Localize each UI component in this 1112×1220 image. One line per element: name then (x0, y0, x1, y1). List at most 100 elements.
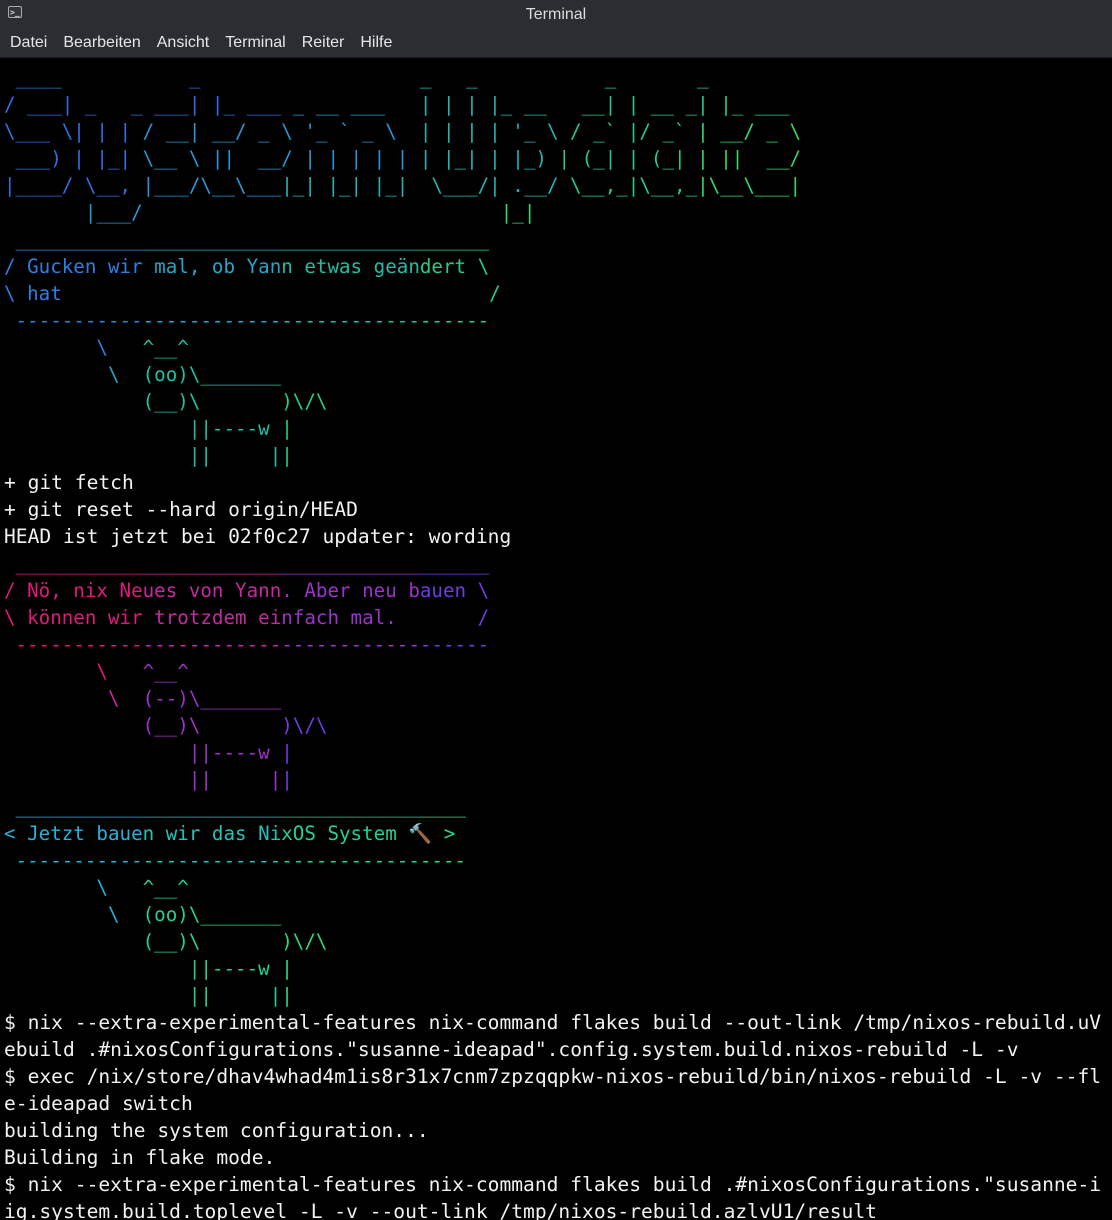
menu-ansicht[interactable]: Ansicht (149, 34, 217, 52)
terminal-output[interactable]: ____ _ _ _ _ _ / ___| _ _ ___| |_ ___ _ _… (0, 58, 1112, 1220)
ascii-segment: \ (4, 876, 143, 899)
ascii-segment: \ '_ ` _ \ (281, 120, 420, 143)
ascii-segment (4, 930, 143, 953)
banner-line: \___ \| | | / __| __/ _ \ '_ ` _ \ | | |… (4, 118, 1101, 145)
ascii-segment: | __/ _ \ (697, 120, 802, 143)
ascii-segment: (__)\ (142, 714, 282, 737)
ascii-segment: ___________ (4, 795, 143, 818)
ascii-segment: < Jetzt baue (4, 822, 143, 845)
cowsay-line: (__)\ )\/\ (4, 388, 1101, 415)
banner-line: ___) | |_| \__ \ || __/ | | | | | | |_| … (4, 145, 1101, 172)
ascii-segment: \ hat (4, 282, 143, 305)
window-title: Terminal (525, 5, 587, 23)
ascii-segment: || | (142, 984, 282, 1007)
ascii-segment: mal, ob Yan (142, 255, 282, 278)
command-output-line: + git reset --hard origin/HEAD (4, 498, 358, 521)
command-output-line: $ nix --extra-experimental-features nix-… (4, 1011, 1102, 1034)
ascii-segment: / Nö, nix Ne (4, 579, 143, 602)
ascii-segment: | (281, 444, 293, 467)
ascii-segment: \ (4, 903, 143, 926)
terminal-icon: >_ (8, 6, 22, 18)
ascii-segment (281, 201, 420, 224)
cowsay-line: ----------------------------------------… (4, 307, 1101, 334)
cowsay-line: \ ^__^ (4, 334, 1101, 361)
ascii-segment: ____ (419, 795, 467, 818)
ascii-segment: )\/\ (281, 390, 328, 413)
ascii-segment: ______ (419, 552, 490, 575)
ascii-segment: )\/\ (281, 930, 328, 953)
menu-bar: Datei Bearbeiten Ansicht Terminal Reiter… (0, 29, 1112, 58)
ascii-segment (143, 201, 282, 224)
ascii-segment: n wir das Ni (142, 822, 282, 845)
ascii-segment (4, 444, 143, 467)
ascii-segment: ^__^ (142, 876, 189, 899)
ascii-segment (4, 714, 143, 737)
cowsay-line: (__)\ )\/\ (4, 928, 1101, 955)
ascii-segment (4, 984, 143, 1007)
ascii-segment: |____/ \__, (4, 174, 143, 197)
ascii-segment (4, 768, 143, 791)
banner-line: / ___| _ _ ___| |_ ___ _ __ ___ | | | |_… (4, 91, 1101, 118)
ascii-segment: | | | | '_ \ (419, 120, 559, 143)
ascii-segment: ------------ (142, 309, 282, 332)
ascii-segment: ----------- (4, 633, 143, 656)
ascii-segment: | (281, 768, 293, 791)
ascii-segment: \ (4, 687, 143, 710)
cowsay-line: (__)\ )\/\ (4, 712, 1101, 739)
ascii-segment (4, 390, 143, 413)
ascii-segment: ___________ (4, 552, 143, 575)
ascii-segment: | (281, 957, 293, 980)
ascii-segment: (oo)\_______ (142, 363, 282, 386)
command-output-line: HEAD ist jetzt bei 02f0c27 updater: word… (4, 525, 512, 548)
ascii-segment: ||----w (142, 957, 282, 980)
ascii-segment: / __| __/ _ (142, 120, 282, 143)
ascii-segment: ___________ (4, 228, 143, 251)
menu-hilfe[interactable]: Hilfe (352, 34, 400, 52)
terminal-lines: ____ _ _ _ _ _ / ___| _ _ ___| |_ ___ _ _… (4, 64, 1101, 1220)
ascii-segment: xOS System 🔨 (281, 822, 433, 845)
ascii-segment: ----------- (4, 849, 143, 872)
ascii-segment: \___ \| | | (4, 120, 143, 143)
scrollbar[interactable] (1106, 58, 1112, 1220)
banner-line: |____/ \__, |___/\__\___|_| |_| |_| \___… (4, 172, 1101, 199)
ascii-segment (4, 957, 143, 980)
command-output-line: ig.system.build.toplevel -L -v --out-lin… (4, 1200, 877, 1220)
menu-datei[interactable]: Datei (2, 34, 55, 52)
ascii-segment: \ können wir (4, 606, 143, 629)
ascii-segment: | (281, 984, 293, 1007)
ascii-segment: / _` |/ _` (558, 120, 698, 143)
command-output-line: building the system configuration... (4, 1119, 429, 1142)
menu-terminal[interactable]: Terminal (217, 34, 293, 52)
ascii-segment: ||----w (142, 741, 282, 764)
ascii-segment: __| | __ _ (558, 93, 698, 116)
ascii-segment: \__,_|\__,_ (558, 174, 698, 197)
command-output-line: e-ideapad switch (4, 1092, 193, 1115)
banner-line: ____ _ _ _ _ _ (4, 64, 1101, 91)
ascii-segment: | |_ ___ (697, 93, 790, 116)
cowsay-line: ||----w | (4, 955, 1101, 982)
ascii-segment: )\/\ (281, 714, 328, 737)
menu-reiter[interactable]: Reiter (294, 34, 353, 52)
ascii-segment: _ (142, 66, 282, 89)
cowsay-line: \ können wir trotzdem einfach mal. / (4, 604, 1101, 631)
cowsay-line: \ hat / (4, 280, 1101, 307)
ascii-segment: ____________ (281, 795, 420, 818)
ascii-segment: \ (4, 660, 143, 683)
ascii-segment: trotzdem ei (142, 606, 282, 629)
ascii-segment: \___/| .__/ (419, 174, 559, 197)
ascii-segment: ------------ (281, 309, 420, 332)
ascii-segment: (__)\ (142, 390, 282, 413)
ascii-segment: | (281, 741, 293, 764)
ascii-segment (281, 66, 420, 89)
ascii-segment: _ __ ___ (281, 93, 420, 116)
ascii-segment: auen \ (419, 579, 490, 602)
cowsay-line: / Gucken wir mal, ob Yann etwas geändert… (4, 253, 1101, 280)
cowsay-line: ||----w | (4, 739, 1101, 766)
cowsay-line: \ (--)\_______ (4, 685, 1101, 712)
cowsay-line: / Nö, nix Neues von Yann. Aber neu bauen… (4, 577, 1101, 604)
menu-bearbeiten[interactable]: Bearbeiten (55, 34, 148, 52)
ascii-segment: |_| |_| |_| (281, 174, 420, 197)
ascii-segment: |_| (419, 201, 536, 224)
ascii-segment: | | | |_ __ (419, 93, 559, 116)
ascii-segment: || | (142, 444, 282, 467)
